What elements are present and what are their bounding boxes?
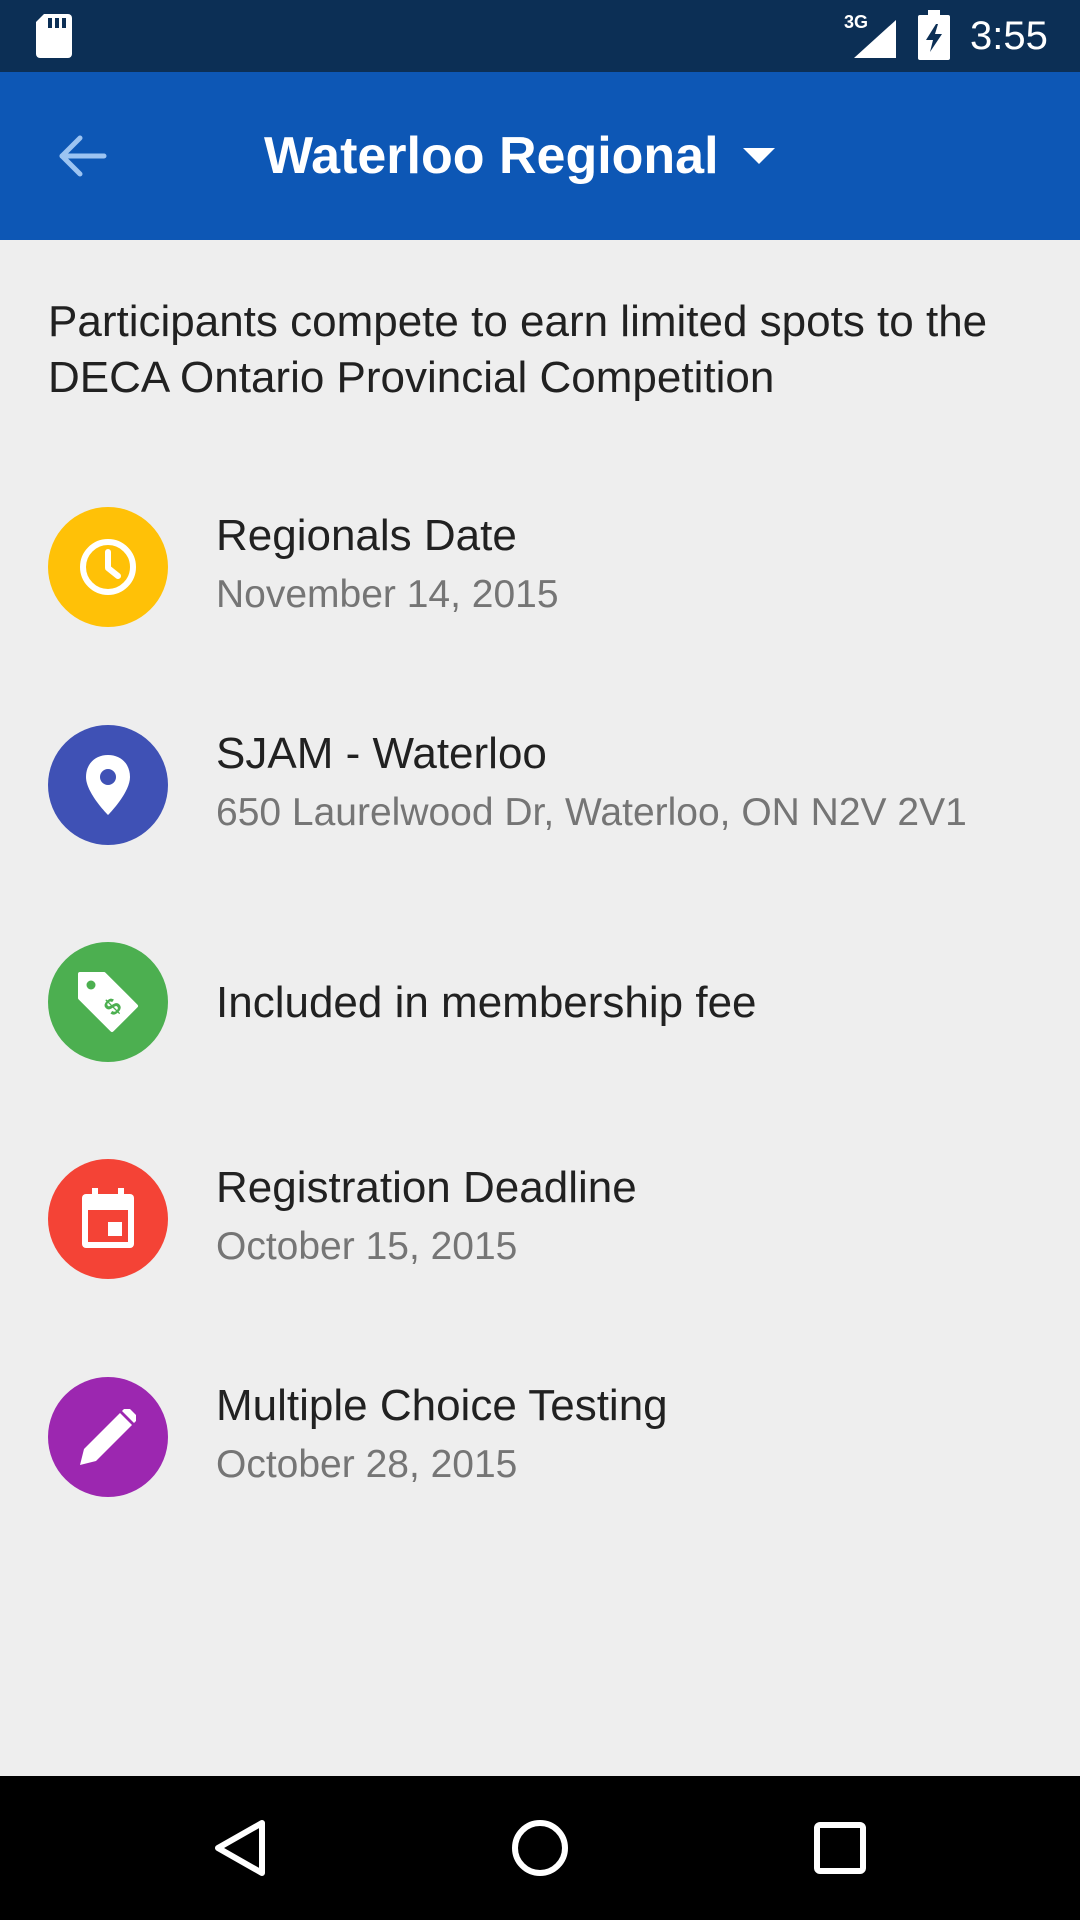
list-item-primary: Included in membership fee xyxy=(216,978,757,1027)
price-tag-icon: $ xyxy=(48,942,168,1062)
list-item-text: SJAM - Waterloo 650 Laurelwood Dr, Water… xyxy=(216,726,1056,838)
list-item-registration-deadline: Registration Deadline October 15, 2015 xyxy=(0,1132,1080,1349)
list-item-text: Included in membership fee xyxy=(216,975,1056,1031)
list-item-secondary: October 28, 2015 xyxy=(216,1443,518,1486)
list-item-multiple-choice-testing: Multiple Choice Testing October 28, 2015 xyxy=(0,1350,1080,1567)
list-item-primary: SJAM - Waterloo xyxy=(216,729,547,778)
app-bar: Waterloo Regional xyxy=(0,72,1080,240)
status-clock: 3:55 xyxy=(970,14,1048,58)
location-pin-icon xyxy=(48,725,168,845)
page-title: Waterloo Regional xyxy=(264,127,719,185)
list-item-fee: $ Included in membership fee xyxy=(0,915,1080,1132)
sd-card-icon xyxy=(36,14,72,58)
recents-square-icon xyxy=(814,1822,866,1874)
list-item-regionals-date: Regionals Date November 14, 2015 xyxy=(0,480,1080,697)
list-item-secondary: November 14, 2015 xyxy=(216,573,559,616)
nav-recents-button[interactable] xyxy=(790,1800,890,1896)
list-item-secondary: 650 Laurelwood Dr, Waterloo, ON N2V 2V1 xyxy=(216,791,967,834)
list-item-location[interactable]: SJAM - Waterloo 650 Laurelwood Dr, Water… xyxy=(0,698,1080,915)
battery-charging-icon xyxy=(918,10,950,60)
nav-home-button[interactable] xyxy=(490,1800,590,1896)
back-triangle-icon xyxy=(215,1820,265,1876)
event-description: Participants compete to earn limited spo… xyxy=(48,297,988,402)
list-item-text: Regionals Date November 14, 2015 xyxy=(216,508,1056,620)
status-bar: 3G 3:55 xyxy=(0,0,1080,72)
list-item-secondary: October 15, 2015 xyxy=(216,1225,518,1268)
list-item-primary: Regionals Date xyxy=(216,511,517,560)
navigation-bar xyxy=(0,1776,1080,1920)
signal-icon: 3G xyxy=(844,12,896,58)
dropdown-arrow-icon xyxy=(742,148,775,164)
back-button[interactable] xyxy=(40,114,124,198)
calendar-icon xyxy=(48,1159,168,1279)
region-selector[interactable]: Waterloo Regional xyxy=(264,124,775,188)
network-type-label: 3G xyxy=(844,12,868,32)
pencil-icon xyxy=(48,1377,168,1497)
list-item-primary: Multiple Choice Testing xyxy=(216,1381,668,1430)
list-item-primary: Registration Deadline xyxy=(216,1163,637,1212)
arrow-back-icon xyxy=(59,135,107,177)
list-item-text: Registration Deadline October 15, 2015 xyxy=(216,1160,1056,1272)
list-item-text: Multiple Choice Testing October 28, 2015 xyxy=(216,1378,1056,1490)
clock-icon xyxy=(48,507,168,627)
nav-back-button[interactable] xyxy=(190,1800,290,1896)
home-circle-icon xyxy=(512,1820,568,1876)
